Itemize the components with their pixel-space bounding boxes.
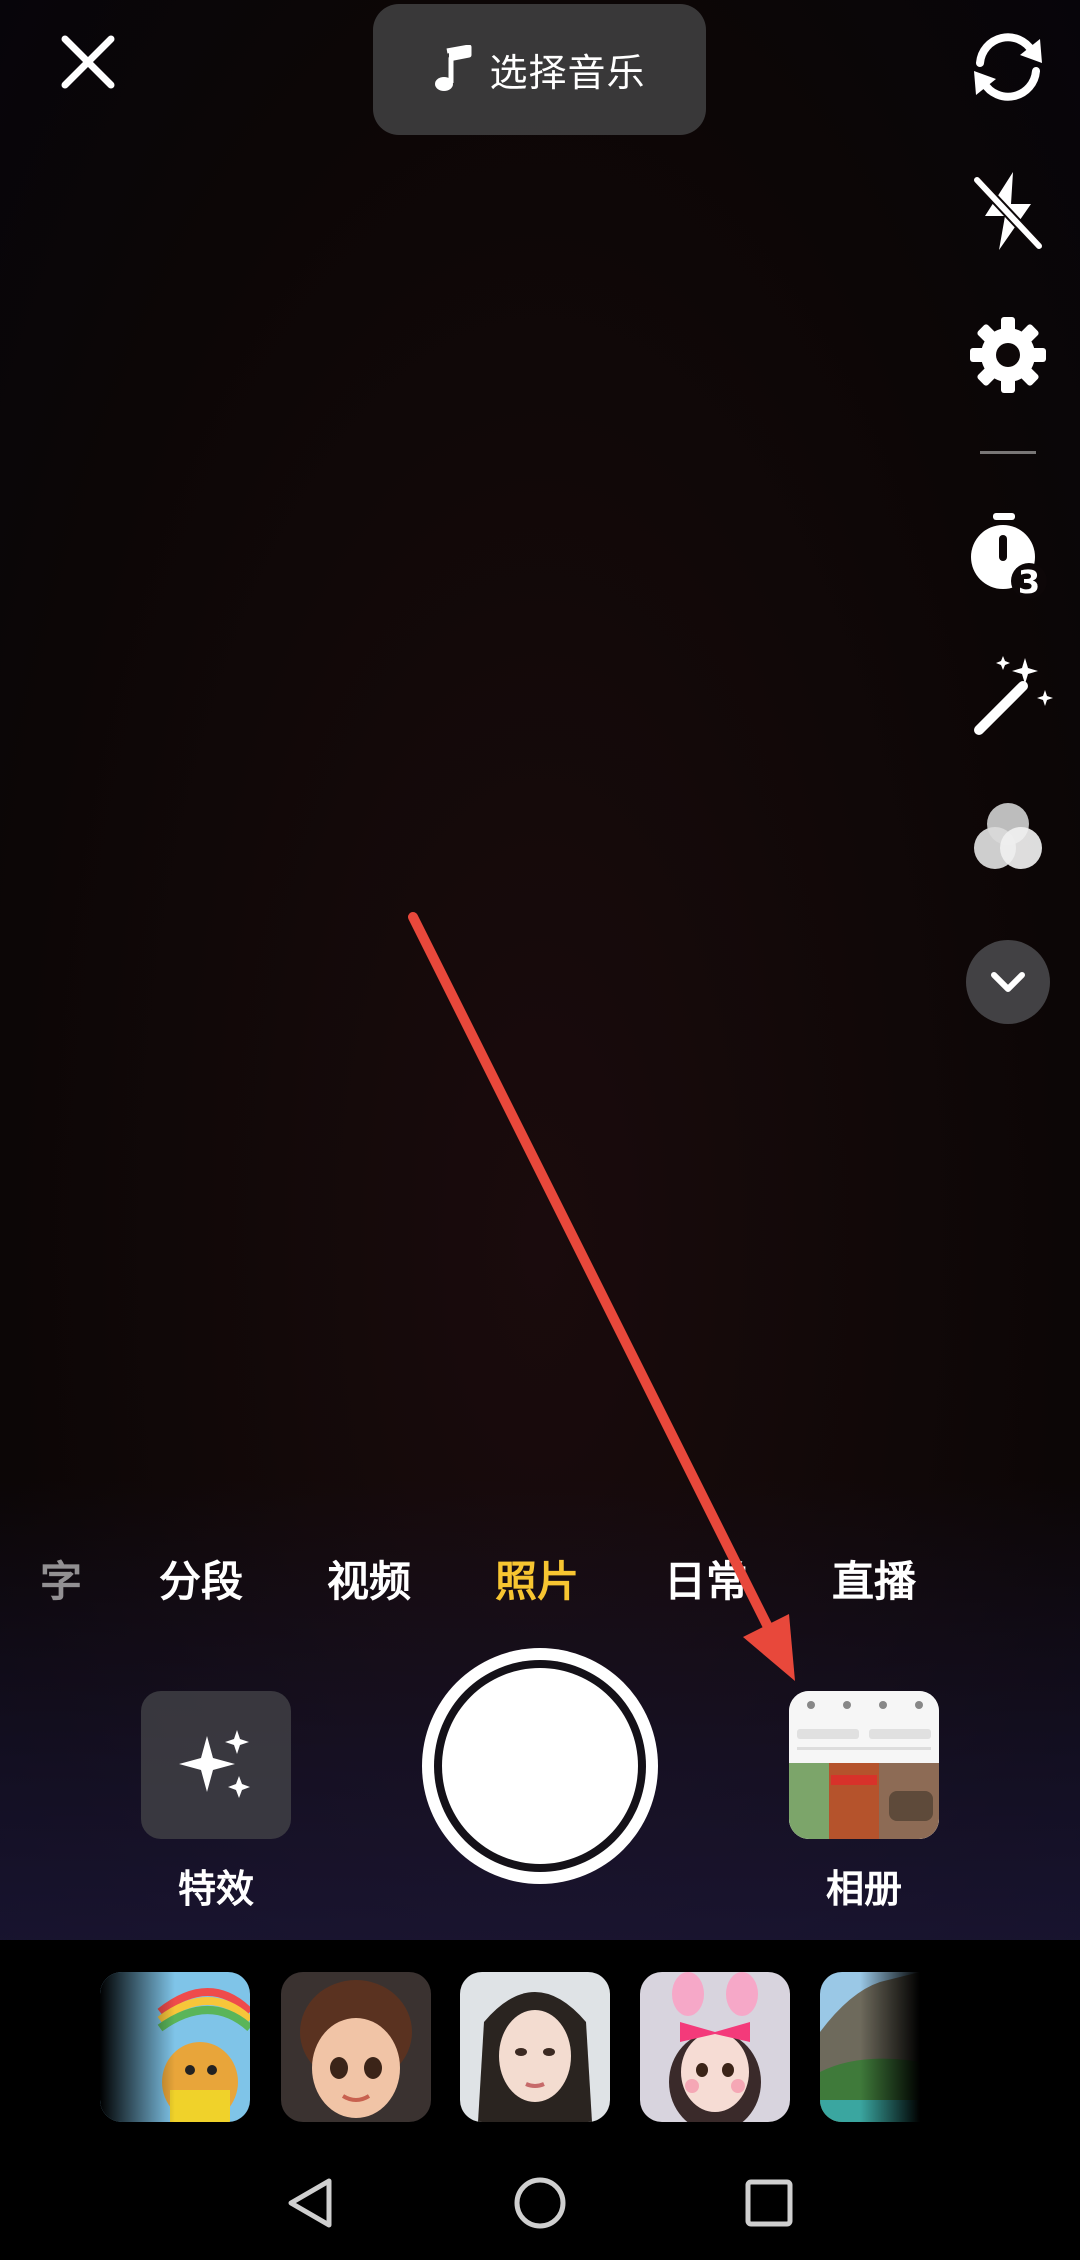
flip-camera-button[interactable] bbox=[953, 12, 1063, 122]
mode-segment[interactable]: 分段 bbox=[159, 1548, 243, 1609]
album-thumbnail bbox=[789, 1691, 939, 1839]
shutter-button[interactable] bbox=[422, 1648, 658, 1884]
back-triangle-icon bbox=[288, 2178, 332, 2228]
close-icon bbox=[61, 35, 115, 89]
shutter-core bbox=[442, 1668, 638, 1864]
settings-gear-icon bbox=[970, 317, 1046, 393]
select-music-button[interactable]: 选择音乐 bbox=[373, 4, 706, 135]
mode-live[interactable]: 直播 bbox=[832, 1548, 916, 1609]
more-tools-button[interactable] bbox=[966, 940, 1050, 1024]
mode-photo[interactable]: 照片 bbox=[495, 1548, 579, 1609]
mode-text[interactable]: 字 bbox=[40, 1548, 82, 1609]
beauty-button[interactable] bbox=[955, 640, 1065, 750]
camera-screen: 选择音乐 3 字 分段 视频 照片 日常 直播 特效 相册 bbox=[0, 0, 1080, 2260]
landscape-thumbnail bbox=[820, 1972, 920, 2122]
music-note-icon bbox=[435, 44, 472, 91]
timer-icon: 3 bbox=[971, 513, 1047, 601]
mode-daily[interactable]: 日常 bbox=[664, 1548, 748, 1609]
cartoon-dog-thumbnail bbox=[100, 1972, 250, 2122]
effect-thumb-1[interactable] bbox=[100, 1972, 250, 2122]
recents-square-icon bbox=[745, 2179, 793, 2227]
magic-wand-icon bbox=[974, 656, 1053, 735]
effects-label: 特效 bbox=[177, 1867, 254, 1911]
flash-off-icon bbox=[973, 172, 1043, 250]
nav-home-button[interactable] bbox=[495, 2158, 585, 2248]
effects-button[interactable] bbox=[141, 1691, 291, 1839]
system-nav-bar bbox=[0, 2140, 1080, 2260]
select-music-label: 选择音乐 bbox=[489, 51, 646, 95]
toolbar-divider bbox=[980, 451, 1036, 454]
mode-video[interactable]: 视频 bbox=[327, 1548, 411, 1609]
cartoon-girl-thumbnail bbox=[281, 1972, 431, 2122]
close-button[interactable] bbox=[48, 22, 128, 102]
nav-recents-button[interactable] bbox=[724, 2158, 814, 2248]
filters-button[interactable] bbox=[953, 784, 1063, 894]
effect-thumb-4[interactable] bbox=[640, 1972, 790, 2122]
chevron-down-icon bbox=[991, 972, 1025, 992]
filters-icon bbox=[974, 803, 1042, 869]
effect-thumb-3[interactable] bbox=[460, 1972, 610, 2122]
settings-button[interactable] bbox=[953, 300, 1063, 410]
home-circle-icon bbox=[514, 2177, 566, 2229]
effect-thumb-5[interactable] bbox=[820, 1972, 920, 2122]
timer-button[interactable]: 3 bbox=[953, 498, 1063, 608]
sparkles-icon bbox=[179, 1730, 250, 1798]
effect-strip bbox=[0, 1940, 1080, 2140]
album-button[interactable] bbox=[789, 1691, 939, 1839]
timer-count: 3 bbox=[1018, 563, 1040, 601]
nav-back-button[interactable] bbox=[266, 2158, 356, 2248]
flash-toggle-button[interactable] bbox=[953, 156, 1063, 266]
portrait-thumbnail bbox=[460, 1972, 610, 2122]
effect-thumb-2[interactable] bbox=[281, 1972, 431, 2122]
flip-camera-icon bbox=[974, 33, 1042, 101]
mode-selector: 字 分段 视频 照片 日常 直播 bbox=[0, 1548, 1080, 1618]
album-label: 相册 bbox=[825, 1867, 902, 1911]
bunny-sticker-thumbnail bbox=[640, 1972, 790, 2122]
